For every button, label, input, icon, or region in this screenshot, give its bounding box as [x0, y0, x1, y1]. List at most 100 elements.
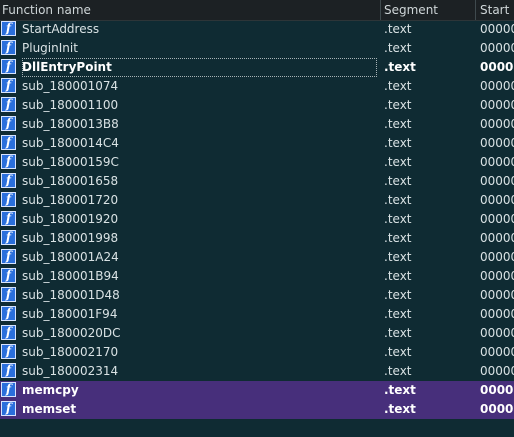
function-row[interactable]: f sub_180001100 .text 00000 [0, 96, 514, 115]
function-segment: .text [384, 383, 416, 397]
function-icon: f [1, 154, 16, 169]
function-start-address: 00000 [480, 79, 514, 93]
function-row[interactable]: f sub_180001F94 .text 00000 [0, 305, 514, 324]
function-row[interactable]: f sub_180002314 .text 00000 [0, 362, 514, 381]
function-start-address: 00000 [480, 345, 514, 359]
column-header-bar: Function name Segment Start [0, 0, 514, 21]
function-row[interactable]: f sub_180002170 .text 00000 [0, 343, 514, 362]
function-name: memcpy [22, 383, 79, 397]
function-name: sub_180001B94 [22, 269, 119, 283]
function-name: sub_180001920 [22, 212, 119, 226]
function-name: sub_180002314 [22, 364, 119, 378]
function-name: sub_18000159C [22, 155, 119, 169]
function-row[interactable]: f sub_1800013B8 .text 00000 [0, 115, 514, 134]
function-name: sub_1800013B8 [22, 117, 119, 131]
function-start-address: 00000 [480, 288, 514, 302]
function-segment: .text [384, 307, 412, 321]
function-name: sub_180001A24 [22, 250, 119, 264]
function-name: sub_180002170 [22, 345, 119, 359]
function-segment: .text [384, 22, 412, 36]
function-start-address: 00000 [480, 41, 514, 55]
function-row[interactable]: f sub_180001720 .text 00000 [0, 191, 514, 210]
function-icon: f [1, 230, 16, 245]
function-row[interactable]: f memset .text 0000 [0, 400, 514, 419]
function-start-address: 00000 [480, 326, 514, 340]
function-start-address: 00000 [480, 193, 514, 207]
function-row[interactable]: f sub_180001074 .text 00000 [0, 77, 514, 96]
function-row[interactable]: f sub_180001D48 .text 00000 [0, 286, 514, 305]
function-segment: .text [384, 98, 412, 112]
function-icon: f [1, 344, 16, 359]
column-header-segment[interactable]: Segment [384, 0, 472, 20]
function-segment: .text [384, 288, 412, 302]
function-segment: .text [384, 79, 412, 93]
function-icon: f [1, 192, 16, 207]
function-name: sub_180001F94 [22, 307, 118, 321]
function-segment: .text [384, 269, 412, 283]
function-name: sub_180001658 [22, 174, 119, 188]
function-icon: f [1, 135, 16, 150]
function-row[interactable]: f sub_1800014C4 .text 00000 [0, 134, 514, 153]
function-segment: .text [384, 174, 412, 188]
function-row[interactable]: f sub_180001998 .text 00000 [0, 229, 514, 248]
function-name: sub_180001074 [22, 79, 119, 93]
function-segment: .text [384, 212, 412, 226]
function-icon: f [1, 306, 16, 321]
function-segment: .text [384, 155, 412, 169]
function-start-address: 0000 [480, 383, 514, 397]
function-row[interactable]: f PluginInit .text 00000 [0, 39, 514, 58]
function-start-address: 00000 [480, 98, 514, 112]
function-icon: f [1, 173, 16, 188]
function-segment: .text [384, 117, 412, 131]
function-row[interactable]: f memcpy .text 0000 [0, 381, 514, 400]
function-start-address: 00000 [480, 174, 514, 188]
function-segment: .text [384, 345, 412, 359]
function-row[interactable]: f sub_180001658 .text 00000 [0, 172, 514, 191]
function-icon: f [1, 325, 16, 340]
function-start-address: 0000 [480, 60, 514, 74]
function-name: StartAddress [22, 22, 100, 36]
function-row[interactable]: f DllEntryPoint .text 0000 [0, 58, 514, 77]
function-icon: f [1, 21, 16, 36]
column-header-start[interactable]: Start [480, 0, 514, 20]
function-segment: .text [384, 326, 412, 340]
function-start-address: 00000 [480, 136, 514, 150]
function-segment: .text [384, 193, 412, 207]
function-icon: f [1, 268, 16, 283]
function-start-address: 00000 [480, 22, 514, 36]
function-row[interactable]: f sub_1800020DC .text 00000 [0, 324, 514, 343]
column-divider[interactable] [380, 0, 381, 20]
function-segment: .text [384, 41, 412, 55]
function-name: sub_1800014C4 [22, 136, 119, 150]
function-start-address: 0000 [480, 402, 514, 416]
function-icon: f [1, 382, 16, 397]
function-row[interactable]: f sub_18000159C .text 00000 [0, 153, 514, 172]
function-icon: f [1, 97, 16, 112]
function-row[interactable]: f StartAddress .text 00000 [0, 20, 514, 39]
function-icon: f [1, 363, 16, 378]
function-name: sub_1800020DC [22, 326, 121, 340]
function-name: sub_180001100 [22, 98, 119, 112]
function-segment: .text [384, 60, 416, 74]
function-segment: .text [384, 402, 416, 416]
column-header-function-name[interactable]: Function name [2, 0, 378, 20]
function-row[interactable]: f sub_180001920 .text 00000 [0, 210, 514, 229]
function-name: PluginInit [22, 41, 78, 55]
function-start-address: 00000 [480, 269, 514, 283]
function-icon: f [1, 78, 16, 93]
function-start-address: 00000 [480, 250, 514, 264]
function-start-address: 00000 [480, 231, 514, 245]
function-segment: .text [384, 136, 412, 150]
function-icon: f [1, 249, 16, 264]
function-row[interactable]: f sub_180001A24 .text 00000 [0, 248, 514, 267]
column-divider[interactable] [475, 0, 476, 20]
function-icon: f [1, 116, 16, 131]
function-name: sub_180001998 [22, 231, 119, 245]
function-start-address: 00000 [480, 155, 514, 169]
function-start-address: 00000 [480, 307, 514, 321]
function-segment: .text [384, 231, 412, 245]
function-start-address: 00000 [480, 117, 514, 131]
function-segment: .text [384, 364, 412, 378]
function-row[interactable]: f sub_180001B94 .text 00000 [0, 267, 514, 286]
function-name: sub_180001720 [22, 193, 119, 207]
